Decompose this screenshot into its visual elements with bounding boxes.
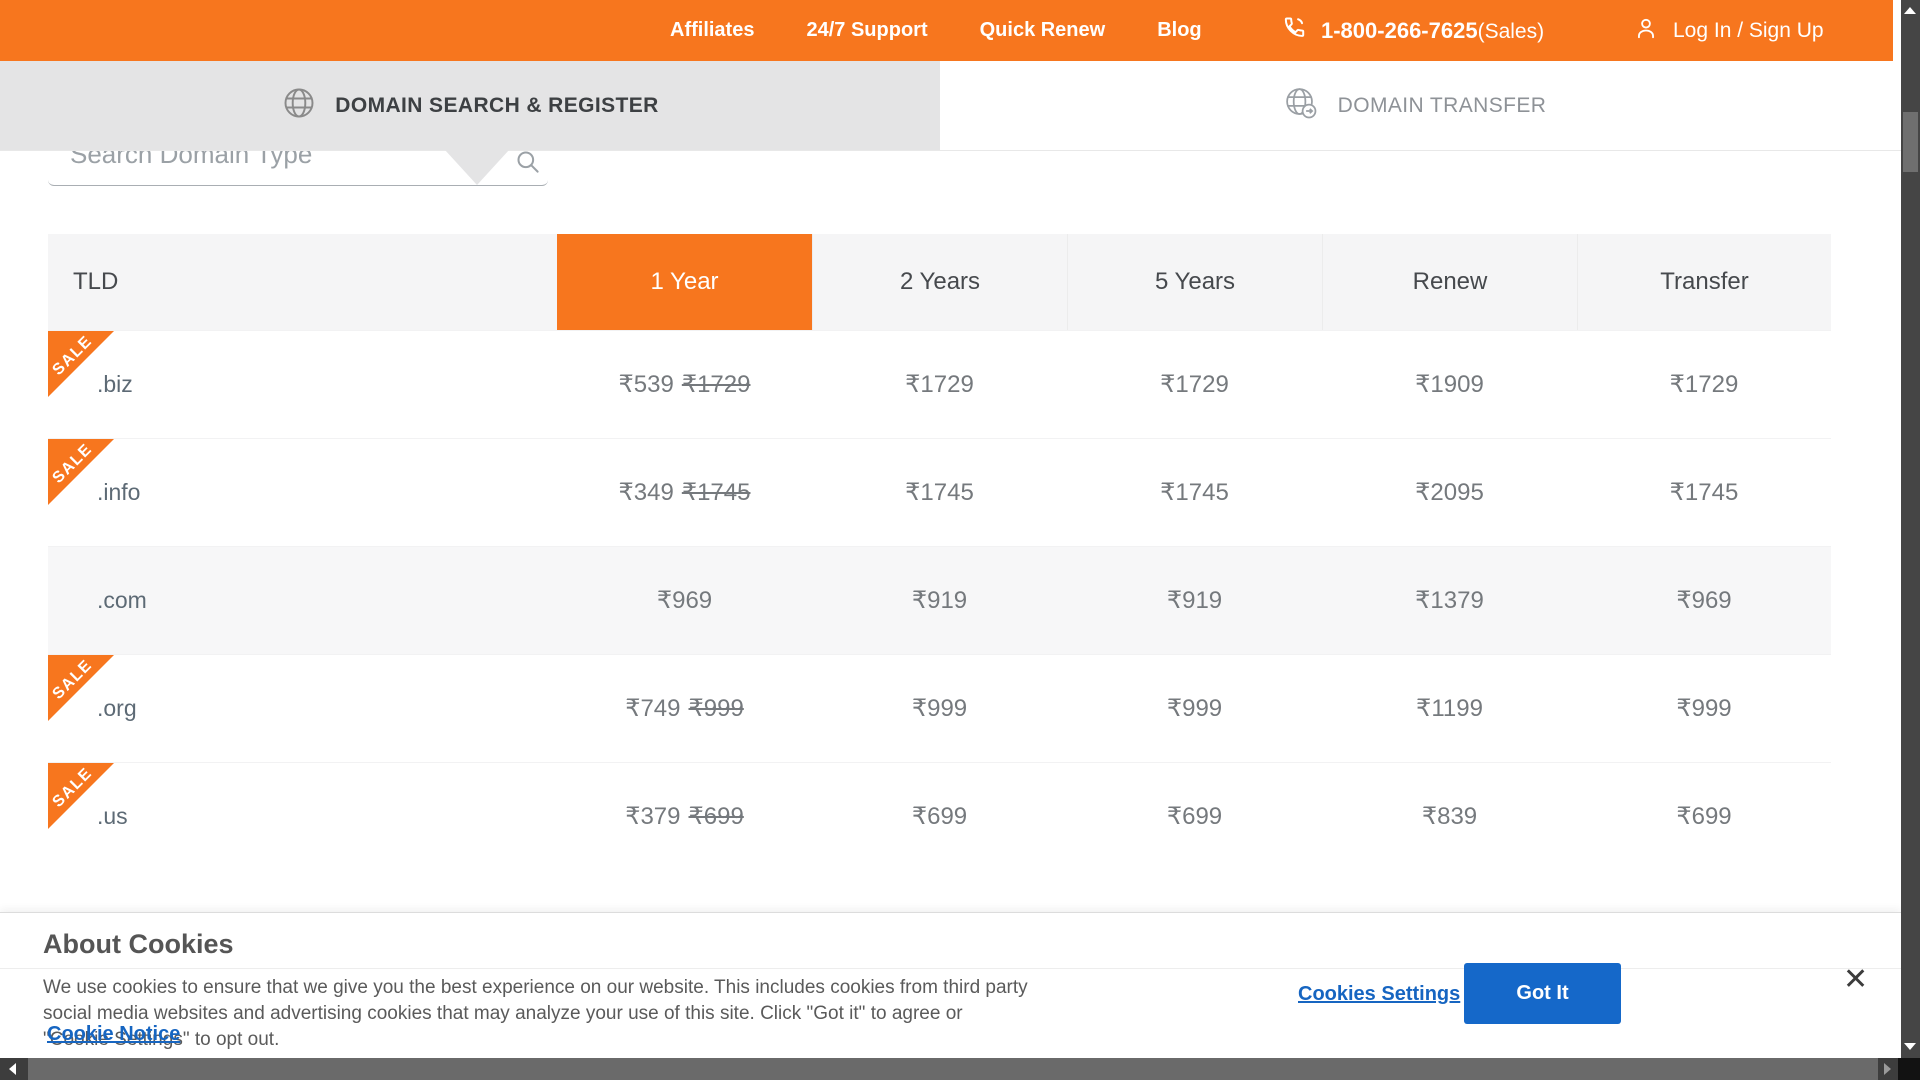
column-header-1-year[interactable]: 1 Year <box>557 234 812 330</box>
search-icon[interactable] <box>514 148 541 180</box>
table-row-us: SALE .us ₹379 ₹699 ₹699 ₹699 ₹839 ₹699 <box>48 762 1831 870</box>
table-row-info: SALE .info ₹349 ₹1745 ₹1745 ₹1745 ₹2095 ₹… <box>48 438 1831 546</box>
tab-register-label: DOMAIN SEARCH & REGISTER <box>335 94 658 118</box>
tab-domain-search-register[interactable]: DOMAIN SEARCH & REGISTER <box>0 61 940 150</box>
price-2-years: ₹919 <box>812 586 1067 615</box>
vertical-scrollbar-thumb[interactable] <box>1903 112 1918 172</box>
vertical-scrollbar[interactable] <box>1901 0 1920 1058</box>
price-renew: ₹839 <box>1322 802 1577 831</box>
domain-tab-bar: DOMAIN SEARCH & REGISTER DOMAIN TRANSFER <box>0 61 1901 151</box>
price-transfer: ₹1745 <box>1577 478 1831 507</box>
sale-badge-label: SALE <box>44 435 102 493</box>
sale-badge-label: SALE <box>44 327 102 385</box>
phone-sales-suffix: (Sales) <box>1478 20 1545 43</box>
tld-label: .biz <box>48 371 557 398</box>
cookie-notice-link[interactable]: Cookie Notice <box>47 1023 180 1046</box>
price-5-years: ₹699 <box>1067 802 1322 831</box>
login-signup-label: Log In / Sign Up <box>1673 19 1824 43</box>
cookie-banner-title: About Cookies <box>43 929 234 960</box>
nav-affiliates[interactable]: Affiliates <box>670 19 754 42</box>
sale-price: ₹379 <box>625 803 680 830</box>
price-1-year: ₹539 ₹1729 <box>557 370 812 399</box>
column-header-tld: TLD <box>48 234 557 330</box>
nav-support[interactable]: 24/7 Support <box>806 19 927 42</box>
column-header-5-years[interactable]: 5 Years <box>1067 234 1322 330</box>
price-transfer: ₹1729 <box>1577 370 1831 399</box>
top-bar: Affiliates 24/7 Support Quick Renew Blog… <box>0 0 1893 61</box>
price-2-years: ₹1729 <box>812 370 1067 399</box>
sale-price: ₹749 <box>625 695 680 722</box>
price-2-years: ₹699 <box>812 802 1067 831</box>
scroll-up-arrow-icon[interactable] <box>1904 7 1916 14</box>
price-1-year: ₹749 ₹999 <box>557 694 812 723</box>
sale-price: ₹539 <box>619 371 674 398</box>
price-5-years: ₹999 <box>1067 694 1322 723</box>
table-row-org: SALE .org ₹749 ₹999 ₹999 ₹999 ₹1199 ₹999 <box>48 654 1831 762</box>
tld-label: .org <box>48 695 557 722</box>
price-transfer: ₹999 <box>1577 694 1831 723</box>
page: Affiliates 24/7 Support Quick Renew Blog… <box>0 0 1920 1080</box>
tld-label: .info <box>48 479 557 506</box>
phone-icon <box>1280 14 1308 47</box>
got-it-button[interactable]: Got It <box>1464 963 1621 1024</box>
cookie-banner-text: We use cookies to ensure that we give yo… <box>43 975 1033 1053</box>
price-5-years: ₹1745 <box>1067 478 1322 507</box>
price-2-years: ₹999 <box>812 694 1067 723</box>
tab-domain-transfer[interactable]: DOMAIN TRANSFER <box>940 61 1888 150</box>
phone-number: 1-800-266-7625(Sales) <box>1321 18 1544 44</box>
sale-badge-label: SALE <box>44 759 102 817</box>
scroll-right-arrow-icon[interactable] <box>1884 1063 1891 1075</box>
tld-label: .us <box>48 803 557 830</box>
sale-badge: SALE <box>48 655 114 721</box>
user-icon <box>1633 15 1659 46</box>
top-nav: Affiliates 24/7 Support Quick Renew Blog <box>670 0 1202 61</box>
price-5-years: ₹919 <box>1067 586 1322 615</box>
table-row-biz: SALE .biz ₹539 ₹1729 ₹1729 ₹1729 ₹1909 ₹1… <box>48 330 1831 438</box>
cookie-banner: About Cookies We use cookies to ensure t… <box>0 912 1901 1059</box>
close-icon[interactable]: ✕ <box>1843 965 1868 995</box>
scroll-left-arrow-icon[interactable] <box>9 1063 16 1075</box>
sale-badge: SALE <box>48 439 114 505</box>
price-renew: ₹1379 <box>1322 586 1577 615</box>
scrollbar-corner <box>1898 1058 1920 1080</box>
login-signup[interactable]: Log In / Sign Up <box>1633 0 1824 61</box>
horizontal-scrollbar-thumb[interactable] <box>28 1058 1878 1080</box>
price-2-years: ₹1745 <box>812 478 1067 507</box>
price-transfer: ₹969 <box>1577 586 1831 615</box>
sales-phone[interactable]: 1-800-266-7625(Sales) <box>1280 0 1544 61</box>
old-price: ₹1745 <box>682 479 751 506</box>
pricing-header-row: TLD 1 Year 2 Years 5 Years Renew Transfe… <box>48 234 1831 330</box>
price-renew: ₹2095 <box>1322 478 1577 507</box>
old-price: ₹999 <box>689 695 744 722</box>
column-header-2-years[interactable]: 2 Years <box>812 234 1067 330</box>
sale-badge: SALE <box>48 331 114 397</box>
old-price: ₹1729 <box>682 371 751 398</box>
active-tab-pointer <box>445 150 509 185</box>
nav-quick-renew[interactable]: Quick Renew <box>980 19 1106 42</box>
price-1-year: ₹349 ₹1745 <box>557 478 812 507</box>
sale-badge-label: SALE <box>44 651 102 709</box>
sale-price: ₹349 <box>619 479 674 506</box>
column-header-renew[interactable]: Renew <box>1322 234 1577 330</box>
globe-transfer-icon <box>1282 84 1320 127</box>
scroll-down-arrow-icon[interactable] <box>1904 1043 1916 1050</box>
tld-pricing-table: TLD 1 Year 2 Years 5 Years Renew Transfe… <box>48 234 1831 870</box>
price-renew: ₹1199 <box>1322 694 1577 723</box>
cookies-settings-link[interactable]: Cookies Settings <box>1298 983 1460 1006</box>
tab-transfer-label: DOMAIN TRANSFER <box>1338 94 1547 118</box>
table-row-com: .com ₹969 ₹919 ₹919 ₹1379 ₹969 <box>48 546 1831 654</box>
tld-label: .com <box>48 587 557 614</box>
horizontal-scrollbar[interactable] <box>0 1058 1898 1080</box>
column-header-transfer[interactable]: Transfer <box>1577 234 1831 330</box>
sale-badge: SALE <box>48 763 114 829</box>
price-transfer: ₹699 <box>1577 802 1831 831</box>
price-5-years: ₹1729 <box>1067 370 1322 399</box>
price-1-year: ₹969 <box>557 586 812 615</box>
old-price: ₹699 <box>689 803 744 830</box>
nav-blog[interactable]: Blog <box>1157 19 1201 42</box>
globe-icon <box>281 85 317 126</box>
price-renew: ₹1909 <box>1322 370 1577 399</box>
price-1-year: ₹379 ₹699 <box>557 802 812 831</box>
